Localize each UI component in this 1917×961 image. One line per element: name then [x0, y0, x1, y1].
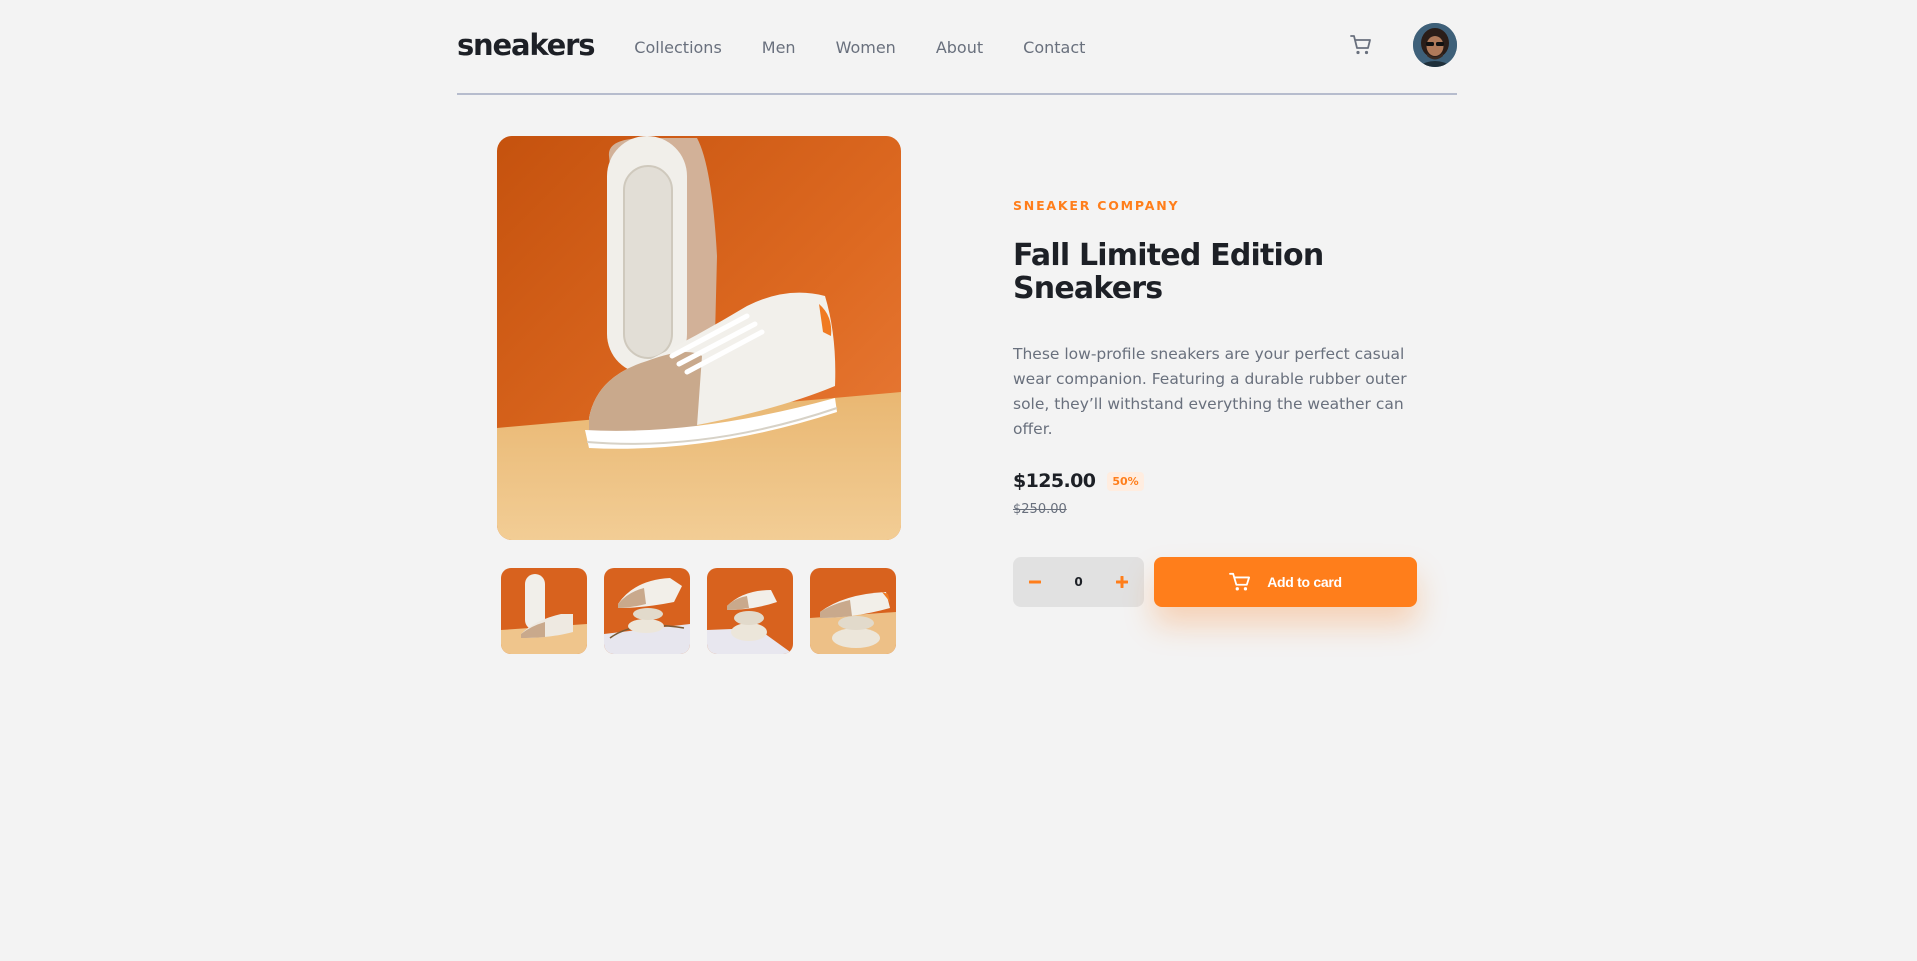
cart-icon[interactable] [1349, 33, 1373, 57]
product-main-image[interactable] [497, 136, 901, 540]
nav-collections[interactable]: Collections [634, 38, 721, 57]
logo[interactable]: sneakers [457, 28, 595, 62]
increase-quantity-button[interactable] [1112, 572, 1132, 592]
thumbnail-3[interactable] [707, 568, 793, 654]
cart-icon [1229, 572, 1251, 591]
plus-icon [1115, 576, 1128, 588]
decrease-quantity-button[interactable] [1025, 572, 1045, 592]
header-actions [1349, 22, 1457, 67]
company-name: SNEAKER COMPANY [1013, 198, 1180, 213]
nav-about[interactable]: About [936, 38, 983, 57]
main-nav: Collections Men Women About Contact [634, 38, 1085, 57]
add-to-cart-label: Add to card [1267, 574, 1342, 590]
thumbnail-1[interactable] [501, 568, 587, 654]
thumbnail-2[interactable] [604, 568, 690, 654]
nav-contact[interactable]: Contact [1023, 38, 1085, 57]
add-to-cart-button[interactable]: Add to card [1154, 557, 1417, 607]
minus-icon [1029, 580, 1041, 584]
original-price: $250.00 [1013, 502, 1067, 517]
price-row: $125.00 50% [1013, 470, 1433, 492]
site-header: sneakers Collections Men Women About Con… [457, 0, 1457, 95]
avatar[interactable] [1413, 22, 1457, 67]
discount-badge: 50% [1107, 471, 1144, 491]
thumbnail-list [501, 568, 896, 654]
purchase-actions: 0 Add to card [1013, 557, 1433, 607]
product-description: These low-profile sneakers are your perf… [1013, 345, 1407, 438]
nav-women[interactable]: Women [836, 38, 896, 57]
product-details: SNEAKER COMPANY Fall Limited Edition Sne… [1013, 198, 1433, 607]
quantity-value: 0 [1074, 575, 1083, 589]
nav-men[interactable]: Men [762, 38, 796, 57]
quantity-stepper: 0 [1013, 557, 1144, 607]
current-price: $125.00 [1013, 470, 1096, 492]
thumbnail-4[interactable] [810, 568, 896, 654]
product-title: Fall Limited Edition Sneakers [1013, 238, 1324, 306]
